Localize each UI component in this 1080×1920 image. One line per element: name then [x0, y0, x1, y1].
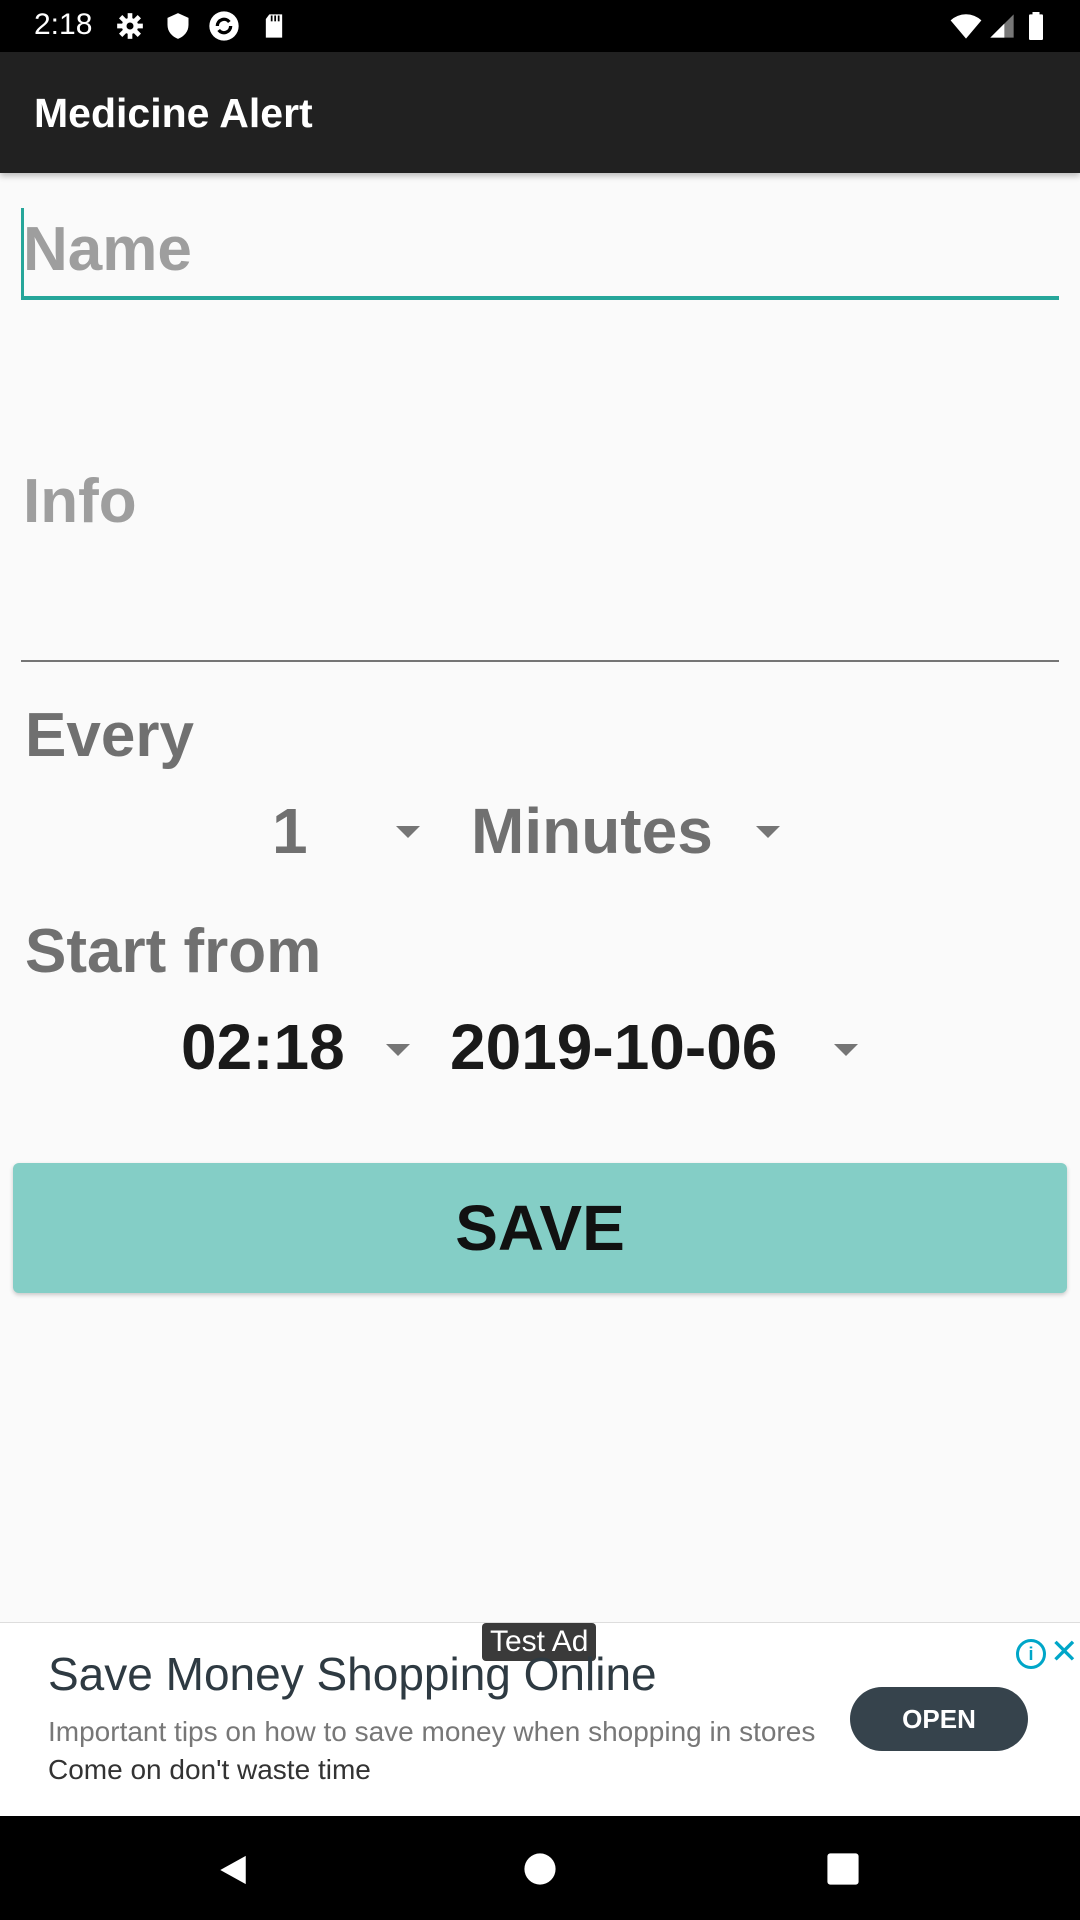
app-bar: Medicine Alert: [0, 52, 1080, 173]
sd-card-icon: [265, 14, 283, 38]
every-label: Every: [25, 701, 194, 770]
status-bar: 2:18: [0, 0, 1080, 52]
start-from-label: Start from: [25, 917, 322, 986]
chevron-down-icon: [396, 826, 420, 838]
interval-value: 1: [272, 795, 308, 867]
start-time-spinner[interactable]: 02:18: [176, 1010, 416, 1110]
info-input[interactable]: Info: [21, 440, 1059, 662]
ad-open-button[interactable]: OPEN: [850, 1687, 1028, 1751]
ad-title[interactable]: Save Money Shopping Online: [48, 1647, 657, 1701]
name-input[interactable]: Name: [21, 206, 1059, 300]
start-date: 2019-10-06: [450, 1011, 778, 1083]
status-time: 2:18: [34, 8, 93, 41]
close-icon[interactable]: ✕: [1050, 1635, 1079, 1669]
shield-icon: [167, 13, 189, 39]
battery-icon: [1029, 12, 1043, 40]
ad-banner[interactable]: Test Ad Save Money Shopping Online Impor…: [0, 1622, 1080, 1817]
save-button[interactable]: SAVE: [13, 1163, 1067, 1293]
interval-unit-spinner[interactable]: Minutes: [466, 794, 786, 894]
ad-description-text: Important tips on how to save money when…: [48, 1716, 816, 1747]
settings-icon: [117, 13, 143, 39]
navigation-bar: [0, 1816, 1080, 1920]
home-icon[interactable]: [523, 1852, 557, 1886]
app-title: Medicine Alert: [34, 90, 313, 136]
name-placeholder: Name: [23, 215, 192, 284]
start-time: 02:18: [181, 1011, 345, 1083]
back-icon[interactable]: [216, 1852, 250, 1888]
recents-icon[interactable]: [826, 1852, 860, 1886]
wifi-icon: [950, 14, 982, 39]
signal-icon: [990, 14, 1014, 38]
chevron-down-icon: [834, 1044, 858, 1056]
info-icon[interactable]: i: [1016, 1639, 1046, 1669]
ad-description: Important tips on how to save money when…: [48, 1713, 828, 1789]
ad-description-tail: Come on don't waste time: [48, 1754, 371, 1785]
start-date-spinner[interactable]: 2019-10-06: [444, 1010, 864, 1110]
chevron-down-icon: [386, 1044, 410, 1056]
info-placeholder: Info: [23, 467, 137, 536]
sync-icon: [209, 11, 239, 41]
interval-unit: Minutes: [471, 795, 713, 867]
chevron-down-icon: [756, 826, 780, 838]
interval-value-spinner[interactable]: 1: [262, 794, 422, 894]
